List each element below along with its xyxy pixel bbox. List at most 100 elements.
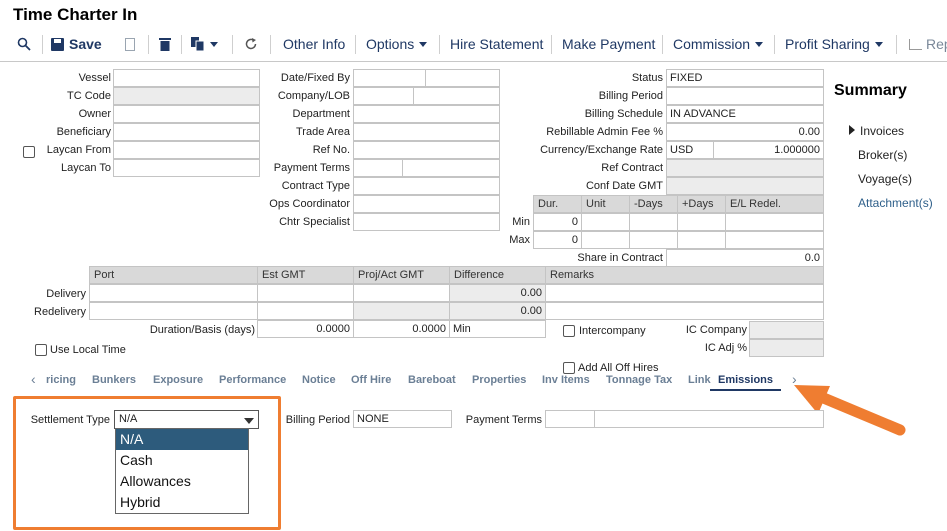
laycan-checkbox[interactable] <box>23 146 35 158</box>
billing-period-field[interactable] <box>666 87 824 105</box>
department-field[interactable] <box>353 105 500 123</box>
laycan-to-label: Laycan To <box>61 162 111 174</box>
redelivery-remarks-field[interactable] <box>545 302 824 320</box>
min-plus-days-field[interactable] <box>677 213 726 231</box>
option-allowances[interactable]: Allowances <box>116 471 248 492</box>
redelivery-label: Redelivery <box>34 306 86 318</box>
billing-schedule-field[interactable]: IN ADVANCE <box>666 105 824 123</box>
exchange-rate-field[interactable]: 1.000000 <box>713 141 824 159</box>
options-menu[interactable]: Options <box>366 30 428 58</box>
beneficiary-field[interactable] <box>113 123 260 141</box>
make-payment-button[interactable]: Make Payment <box>562 30 655 58</box>
save-button[interactable]: Save <box>51 30 102 58</box>
emissions-billing-period-field[interactable]: NONE <box>353 410 452 428</box>
attachments-link[interactable]: Attachment(s) <box>858 196 933 210</box>
profit-sharing-menu[interactable]: Profit Sharing <box>785 30 883 58</box>
owner-field[interactable] <box>113 105 260 123</box>
tab-scroll-left-icon[interactable]: ‹ <box>31 370 36 388</box>
tab-exposure[interactable]: Exposure <box>153 371 203 389</box>
ic-company-label: IC Company <box>685 324 747 336</box>
redelivery-port-field[interactable] <box>89 302 258 320</box>
delivery-remarks-field[interactable] <box>545 284 824 302</box>
remarks-header: Remarks <box>545 266 824 284</box>
chtr-specialist-field[interactable] <box>353 213 500 231</box>
tab-bareboat[interactable]: Bareboat <box>408 371 456 389</box>
fixed-by-field[interactable] <box>425 69 500 87</box>
ops-coordinator-field[interactable] <box>353 195 500 213</box>
hire-statement-button[interactable]: Hire Statement <box>450 30 543 58</box>
payment-terms-desc-field[interactable] <box>402 159 500 177</box>
refresh-icon[interactable] <box>244 30 258 58</box>
intercompany-checkbox[interactable] <box>563 325 575 337</box>
min-dur-field[interactable]: 0 <box>533 213 582 231</box>
max-plus-days-field[interactable] <box>677 231 726 249</box>
chevron-down-icon <box>244 418 254 424</box>
lob-field[interactable] <box>413 87 500 105</box>
duration-est-field[interactable]: 0.0000 <box>257 320 354 338</box>
delivery-proj-field[interactable] <box>353 284 450 302</box>
tab-off-hire[interactable]: Off Hire <box>351 371 391 389</box>
payment-terms-code-field[interactable] <box>353 159 403 177</box>
delivery-port-field[interactable] <box>89 284 258 302</box>
tab-notice[interactable]: Notice <box>302 371 336 389</box>
duration-basis-field[interactable]: Min <box>449 320 546 338</box>
voyages-link[interactable]: Voyage(s) <box>858 172 912 186</box>
redelivery-est-field[interactable] <box>257 302 354 320</box>
brokers-link[interactable]: Broker(s) <box>858 148 907 162</box>
page-title: Time Charter In <box>13 5 138 24</box>
tab-properties[interactable]: Properties <box>472 371 526 389</box>
dur-header: Dur. <box>533 195 582 213</box>
tab-performance[interactable]: Performance <box>219 371 286 389</box>
use-local-time-checkbox[interactable] <box>35 344 47 356</box>
tab-pricing[interactable]: ricing <box>46 371 76 389</box>
share-field[interactable]: 0.0 <box>666 249 824 267</box>
ref-no-field[interactable] <box>353 141 500 159</box>
option-na[interactable]: N/A <box>116 429 248 450</box>
ref-contract-label: Ref Contract <box>601 162 663 174</box>
currency-field[interactable]: USD <box>666 141 714 159</box>
emissions-payment-terms-desc-field[interactable] <box>594 410 824 428</box>
max-dur-field[interactable]: 0 <box>533 231 582 249</box>
report-menu[interactable]: Rep <box>909 30 947 58</box>
company-field[interactable] <box>353 87 414 105</box>
vessel-field[interactable] <box>113 69 260 87</box>
intercompany-label: Intercompany <box>579 325 646 337</box>
delivery-est-field[interactable] <box>257 284 354 302</box>
settlement-type-select[interactable]: N/A <box>114 410 259 429</box>
copy-menu-icon[interactable] <box>191 30 218 58</box>
invoices-label: Invoices <box>860 124 905 138</box>
duration-proj-field[interactable]: 0.0000 <box>353 320 450 338</box>
min-minus-days-field[interactable] <box>629 213 678 231</box>
tab-emissions[interactable]: Emissions <box>710 371 782 391</box>
new-document-icon[interactable] <box>125 30 135 58</box>
laycan-from-field[interactable] <box>113 141 260 159</box>
rebillable-fee-field[interactable]: 0.00 <box>666 123 824 141</box>
min-unit-field[interactable] <box>581 213 630 231</box>
settlement-type-label: Settlement Type <box>30 414 110 426</box>
search-icon[interactable] <box>17 30 31 58</box>
tab-inv-items[interactable]: Inv Items <box>542 371 590 389</box>
commission-menu[interactable]: Commission <box>673 30 764 58</box>
other-info-button[interactable]: Other Info <box>283 30 345 58</box>
status-field[interactable]: FIXED <box>666 69 824 87</box>
option-cash[interactable]: Cash <box>116 450 248 471</box>
duration-label: Duration/Basis (days) <box>149 324 255 336</box>
max-unit-field[interactable] <box>581 231 630 249</box>
max-minus-days-field[interactable] <box>629 231 678 249</box>
max-el-redel-field[interactable] <box>725 231 824 249</box>
invoices-link[interactable]: Invoices <box>849 124 904 138</box>
emissions-payment-terms-code-field[interactable] <box>545 410 595 428</box>
trade-area-field[interactable] <box>353 123 500 141</box>
tab-tonnage-tax[interactable]: Tonnage Tax <box>606 371 672 389</box>
laycan-to-field[interactable] <box>113 159 260 177</box>
tab-bunkers[interactable]: Bunkers <box>92 371 136 389</box>
tab-link[interactable]: Link <box>688 371 711 389</box>
save-label: Save <box>69 36 102 52</box>
trash-icon[interactable] <box>159 30 171 58</box>
contract-type-field[interactable] <box>353 177 500 195</box>
option-hybrid[interactable]: Hybrid <box>116 492 248 513</box>
use-local-time-label: Use Local Time <box>50 344 126 356</box>
min-el-redel-field[interactable] <box>725 213 824 231</box>
date-fixed-field[interactable] <box>353 69 426 87</box>
laycan-from-label: Laycan From <box>46 144 111 156</box>
